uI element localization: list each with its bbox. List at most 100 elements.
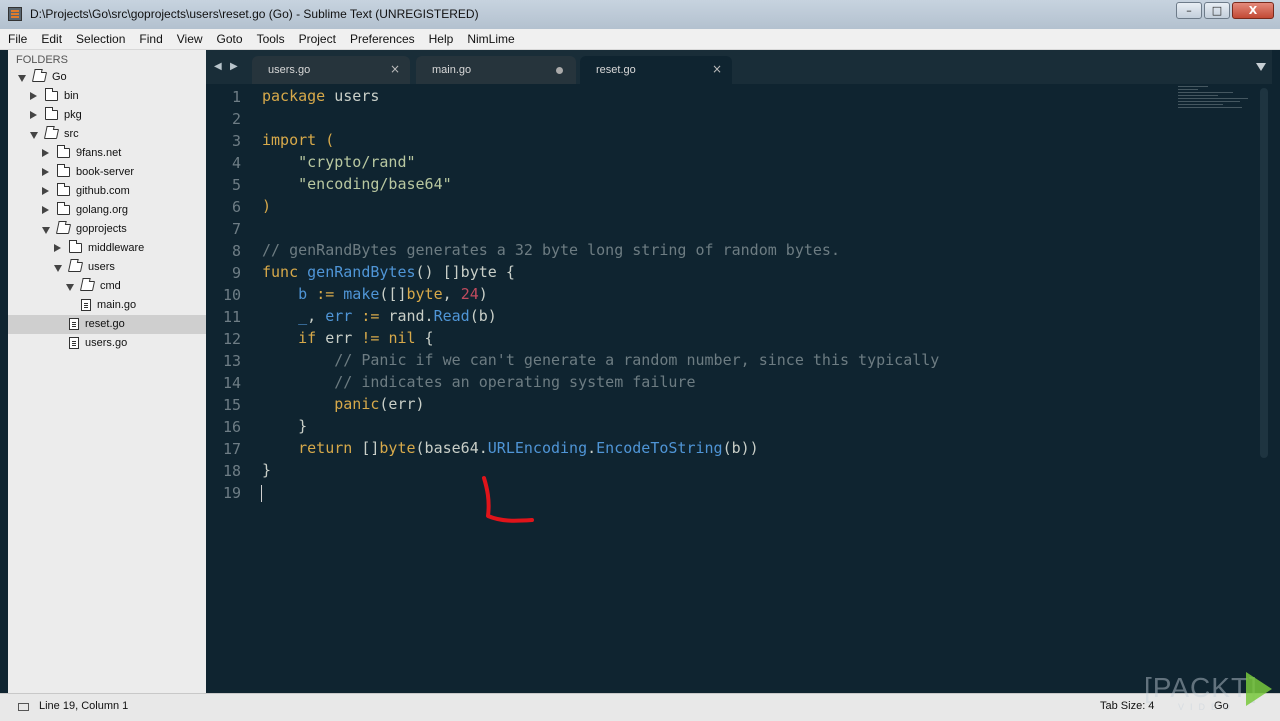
tree-folder[interactable]: users: [8, 258, 206, 277]
tab-main-go[interactable]: main.go: [416, 56, 576, 84]
tree-folder[interactable]: 9fans.net: [8, 144, 206, 163]
tab-next-icon[interactable]: ▶: [230, 61, 238, 72]
tree-folder[interactable]: goprojects: [8, 220, 206, 239]
menu-preferences[interactable]: Preferences: [342, 29, 421, 49]
code-line: 6): [206, 196, 1206, 218]
line-number: 1: [231, 88, 241, 106]
code-token: if: [298, 329, 317, 347]
tab-bar: ◀ ▶ users.go × main.go reset.go ×: [206, 50, 1272, 84]
code-line: 7: [206, 218, 1206, 240]
code-token: byte: [379, 439, 416, 457]
tree-item-label: main.go: [97, 299, 137, 311]
code-token: users: [325, 87, 380, 105]
tree-folder[interactable]: book-server: [8, 163, 206, 182]
code-token: .: [587, 439, 597, 457]
minimap[interactable]: [1178, 86, 1250, 122]
code-text: // indicates an operating system failure: [262, 373, 695, 391]
panel-toggle-icon[interactable]: [18, 703, 29, 711]
tab-label: users.go: [268, 64, 311, 76]
expand-arrow-right-icon[interactable]: [42, 206, 49, 214]
menu-goto[interactable]: Goto: [209, 29, 249, 49]
tree-item-label: users: [88, 261, 115, 273]
unsaved-dot-icon[interactable]: [556, 67, 563, 74]
tab-list-dropdown-icon[interactable]: [1256, 63, 1266, 71]
menu-view[interactable]: View: [169, 29, 209, 49]
tab-prev-icon[interactable]: ◀: [214, 61, 222, 72]
expand-arrow-right-icon[interactable]: [30, 111, 37, 119]
expand-arrow-right-icon[interactable]: [42, 187, 49, 195]
tree-item-label: book-server: [76, 166, 135, 178]
tree-folder[interactable]: github.com: [8, 182, 206, 201]
tree-item-label: reset.go: [85, 318, 125, 330]
tree-folder[interactable]: src: [8, 125, 206, 144]
tree-folder[interactable]: golang.org: [8, 201, 206, 220]
line-number: 6: [231, 198, 241, 216]
tree-item-label: golang.org: [76, 204, 128, 216]
tab-reset-go[interactable]: reset.go ×: [580, 56, 732, 84]
tree-folder[interactable]: bin: [8, 87, 206, 106]
expand-arrow-down-icon[interactable]: [42, 227, 50, 234]
menu-selection[interactable]: Selection: [68, 29, 131, 49]
vertical-scrollbar[interactable]: [1260, 88, 1268, 458]
code-line: 16 }: [206, 416, 1206, 438]
expand-arrow-down-icon[interactable]: [54, 265, 62, 272]
expand-arrow-down-icon[interactable]: [66, 284, 74, 291]
code-text: _, err := rand.Read(b): [262, 307, 497, 325]
code-token: !=: [361, 329, 380, 347]
expand-arrow-down-icon[interactable]: [30, 132, 38, 139]
menu-project[interactable]: Project: [291, 29, 342, 49]
menu-edit[interactable]: Edit: [33, 29, 68, 49]
folder-open-icon: [67, 262, 84, 272]
tree-item-label: src: [64, 128, 79, 140]
tree-file[interactable]: main.go: [8, 296, 206, 315]
status-bar: Line 19, Column 1 Tab Size: 4 Go: [0, 693, 1280, 721]
menu-find[interactable]: Find: [131, 29, 168, 49]
maximize-button[interactable]: □: [1204, 2, 1230, 19]
code-token: []: [352, 439, 380, 457]
code-token: EncodeToString: [596, 439, 723, 457]
tree-file[interactable]: reset.go: [8, 315, 206, 334]
folder-icon: [57, 145, 70, 158]
tree-folder[interactable]: middleware: [8, 239, 206, 258]
code-token: return: [298, 439, 353, 457]
code-token: // genRandBytes generates a 32 byte long…: [262, 241, 840, 259]
code-token: nil: [388, 329, 416, 347]
tab-users-go[interactable]: users.go ×: [252, 56, 410, 84]
menu-nimlime[interactable]: NimLime: [459, 29, 520, 49]
menu-help[interactable]: Help: [421, 29, 460, 49]
tab-close-icon[interactable]: ×: [390, 62, 400, 76]
expand-arrow-right-icon[interactable]: [42, 149, 49, 157]
close-button[interactable]: X: [1232, 2, 1274, 19]
line-number: 18: [222, 462, 241, 480]
expand-arrow-right-icon[interactable]: [54, 244, 61, 252]
code-editor[interactable]: 1 package users 2 3 import (4 "crypto/rand" 5…: [206, 84, 1272, 693]
tree-file[interactable]: users.go: [8, 334, 206, 353]
tree-folder[interactable]: Go: [8, 68, 206, 87]
red-pen-annotation: [482, 476, 534, 523]
line-number: 12: [222, 330, 241, 348]
code-text: }: [262, 461, 271, 479]
minimize-button[interactable]: –: [1176, 2, 1202, 19]
folder-open-icon: [43, 129, 60, 139]
expand-arrow-right-icon[interactable]: [42, 168, 49, 176]
window-title: D:\Projects\Go\src\goprojects\users\rese…: [30, 7, 479, 21]
watermark-sub: VIDEO: [1178, 702, 1237, 712]
tab-close-icon[interactable]: ×: [712, 62, 722, 76]
expand-arrow-right-icon[interactable]: [30, 92, 37, 100]
code-token: URLEncoding: [487, 439, 588, 457]
expand-arrow-down-icon[interactable]: [18, 75, 26, 82]
line-number: 5: [231, 176, 241, 194]
code-token: ,: [307, 307, 326, 325]
tree-folder[interactable]: pkg: [8, 106, 206, 125]
line-number: 17: [222, 440, 241, 458]
menu-tools[interactable]: Tools: [249, 29, 291, 49]
code-token: genRandBytes: [307, 263, 416, 281]
folders-heading: FOLDERS: [16, 54, 68, 66]
tree-folder[interactable]: cmd: [8, 277, 206, 296]
code-token: ,: [442, 285, 461, 303]
menu-file[interactable]: File: [0, 29, 33, 49]
folder-icon: [45, 107, 58, 120]
